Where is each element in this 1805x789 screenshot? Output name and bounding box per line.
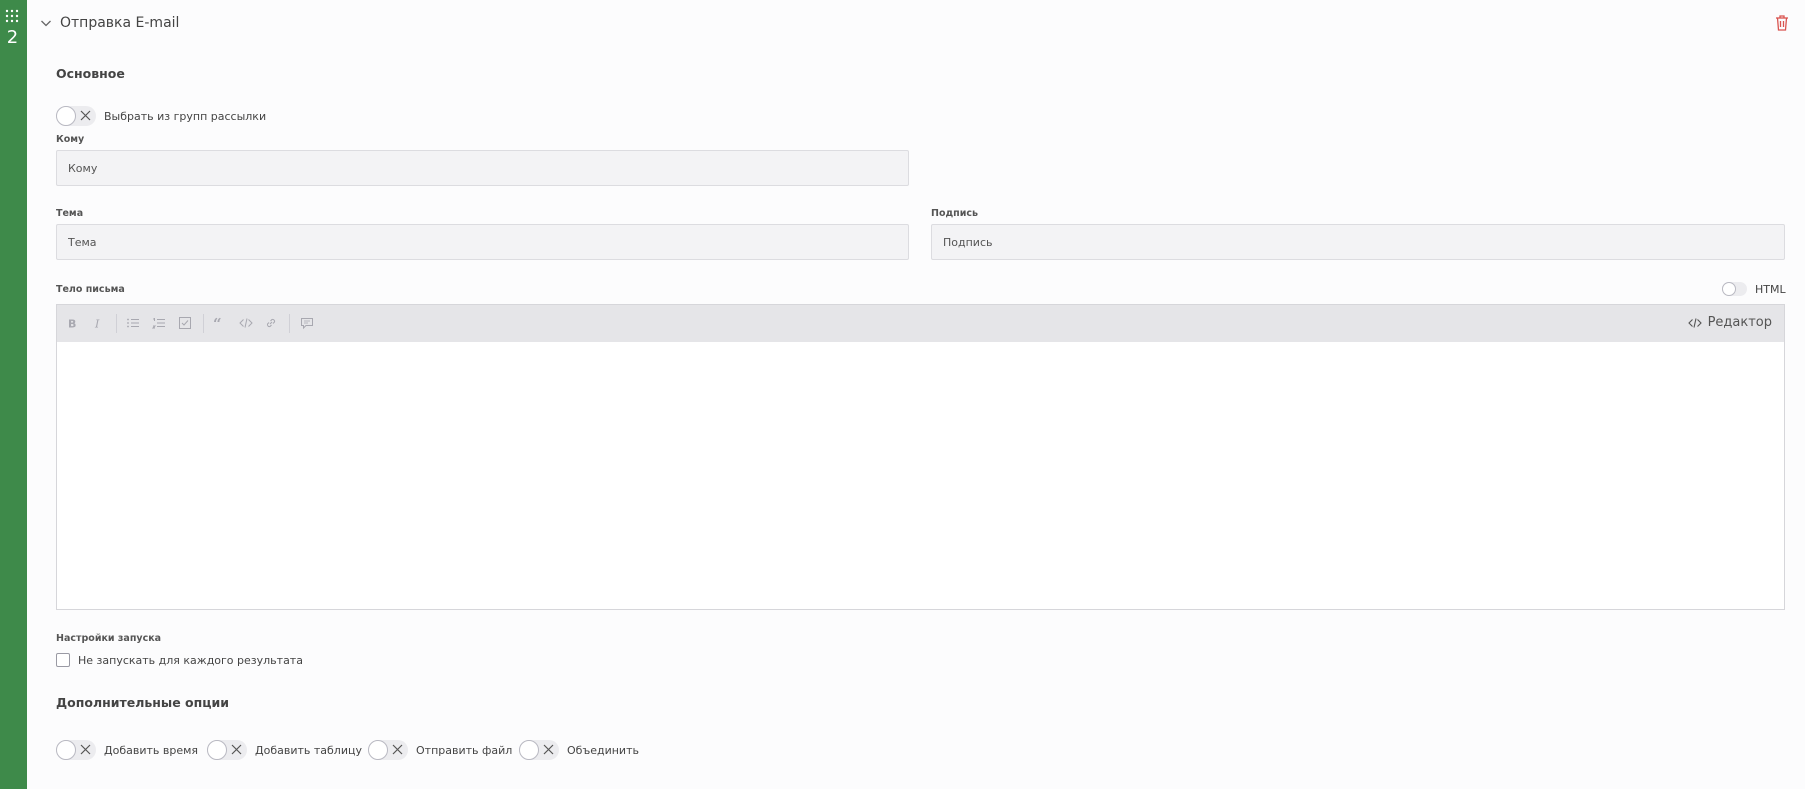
toggle-label: Объединить — [567, 743, 639, 757]
editor-toolbar: B I “ Редактор — [57, 305, 1784, 342]
checkbox-label: Не запускать для каждого результата — [78, 653, 303, 667]
to-field[interactable] — [56, 150, 909, 186]
signature-label: Подпись — [931, 208, 979, 219]
no-run-each-result-option[interactable]: Не запускать для каждого результата — [56, 653, 303, 667]
toggle-track[interactable] — [368, 740, 408, 760]
close-icon — [80, 110, 91, 121]
toggle-label: Выбрать из групп рассылки — [104, 109, 267, 123]
toggle-track[interactable] — [56, 106, 96, 126]
toggle-knob — [519, 740, 539, 760]
editor-mode-label: Редактор — [1707, 315, 1772, 330]
html-toggle-label: HTML — [1755, 282, 1786, 296]
mailing-groups-toggle[interactable]: Выбрать из групп рассылки — [56, 106, 266, 126]
chevron-down-icon[interactable] — [40, 17, 52, 29]
svg-text:I: I — [94, 318, 100, 331]
toggle-knob — [207, 740, 227, 760]
extra-options-title: Дополнительные опции — [56, 695, 230, 710]
task-list-icon[interactable] — [178, 316, 192, 330]
editor-content-area[interactable] — [57, 342, 1784, 609]
toggle-label: Отправить файл — [416, 743, 513, 757]
svg-text:B: B — [68, 318, 76, 331]
drag-handle-icon[interactable] — [5, 9, 19, 23]
close-icon — [80, 744, 91, 755]
toggle-knob — [56, 740, 76, 760]
svg-text:“: “ — [213, 316, 222, 330]
italic-icon[interactable]: I — [91, 316, 105, 331]
subject-label: Тема — [56, 208, 84, 219]
toggle-knob — [1722, 282, 1736, 296]
section-basic-title: Основное — [56, 66, 125, 81]
toolbar-divider — [116, 314, 117, 333]
toggle-track[interactable] — [207, 740, 247, 760]
checkbox[interactable] — [56, 653, 70, 667]
subject-field[interactable] — [56, 224, 909, 260]
close-icon — [231, 744, 242, 755]
toolbar-divider — [203, 314, 204, 333]
close-icon — [543, 744, 554, 755]
editor-mode-button[interactable]: Редактор — [1687, 315, 1772, 330]
add-time-toggle[interactable]: Добавить время — [56, 740, 198, 760]
to-label: Кому — [56, 134, 85, 145]
toggle-track[interactable] — [519, 740, 559, 760]
step-number: 2 — [6, 27, 19, 48]
email-step-page: 2 Отправка E-mail Основное Выбрать из гр… — [0, 0, 1805, 789]
trash-icon[interactable] — [1774, 14, 1790, 32]
toggle-knob — [56, 106, 76, 126]
toggle-label: Добавить таблицу — [255, 743, 362, 757]
html-toggle[interactable]: HTML — [1722, 282, 1786, 296]
toggle-track[interactable] — [56, 740, 96, 760]
link-icon[interactable] — [264, 316, 278, 330]
add-table-toggle[interactable]: Добавить таблицу — [207, 740, 362, 760]
launch-settings-label: Настройки запуска — [56, 633, 162, 644]
bold-icon[interactable]: B — [65, 316, 79, 331]
send-file-toggle[interactable]: Отправить файл — [368, 740, 512, 760]
signature-field[interactable] — [931, 224, 1785, 260]
close-icon — [392, 744, 403, 755]
body-label: Тело письма — [56, 284, 125, 295]
step-title[interactable]: Отправка E-mail — [60, 15, 179, 31]
code-icon — [1687, 317, 1702, 328]
toggle-label: Добавить время — [104, 743, 199, 757]
code-icon[interactable] — [239, 316, 253, 330]
comment-icon[interactable] — [300, 316, 314, 330]
bullet-list-icon[interactable] — [126, 316, 140, 330]
quote-icon[interactable]: “ — [213, 316, 227, 330]
toolbar-divider — [289, 314, 290, 333]
step-rail: 2 — [0, 0, 27, 789]
rich-text-editor: B I “ Редактор — [56, 304, 1785, 610]
step-header: Отправка E-mail — [27, 0, 1805, 48]
toggle-track[interactable] — [1722, 282, 1747, 296]
merge-toggle[interactable]: Объединить — [519, 740, 639, 760]
toggle-knob — [368, 740, 388, 760]
numbered-list-icon[interactable] — [152, 316, 166, 330]
